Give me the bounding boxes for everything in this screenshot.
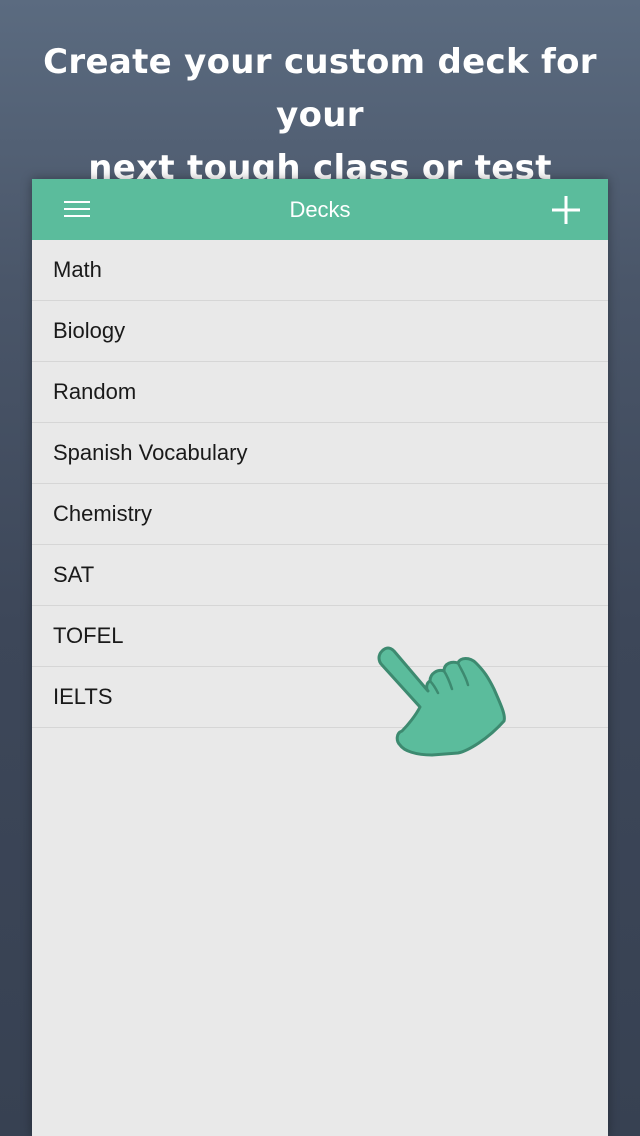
- list-item[interactable]: Random: [32, 362, 608, 423]
- list-item[interactable]: SAT: [32, 545, 608, 606]
- plus-icon[interactable]: [552, 196, 580, 224]
- list-item[interactable]: Spanish Vocabulary: [32, 423, 608, 484]
- nav-title: Decks: [289, 197, 351, 222]
- list-item[interactable]: IELTS: [32, 667, 608, 728]
- deck-label: Chemistry: [53, 501, 153, 526]
- deck-label: IELTS: [53, 684, 113, 709]
- deck-label: Math: [53, 257, 102, 282]
- list-item[interactable]: Biology: [32, 301, 608, 362]
- pointing-hand-icon: [377, 646, 506, 757]
- list-item[interactable]: Chemistry: [32, 484, 608, 545]
- deck-label: Spanish Vocabulary: [53, 440, 248, 465]
- nav-bar: Decks: [32, 179, 608, 240]
- deck-label: Random: [53, 379, 137, 404]
- headline: Create your custom deck for your next to…: [0, 36, 640, 195]
- deck-label: Biology: [53, 318, 126, 343]
- deck-label: TOFEL: [53, 623, 124, 648]
- deck-list: Math Biology Random Spanish Vocabulary C…: [32, 240, 608, 728]
- deck-label: SAT: [53, 562, 95, 587]
- phone-screen: Decks Math Biology Random Spanish Vocabu…: [32, 179, 608, 1136]
- list-item[interactable]: Math: [32, 240, 608, 301]
- list-item[interactable]: TOFEL: [32, 606, 608, 667]
- headline-line-1: Create your custom deck for your: [43, 42, 597, 135]
